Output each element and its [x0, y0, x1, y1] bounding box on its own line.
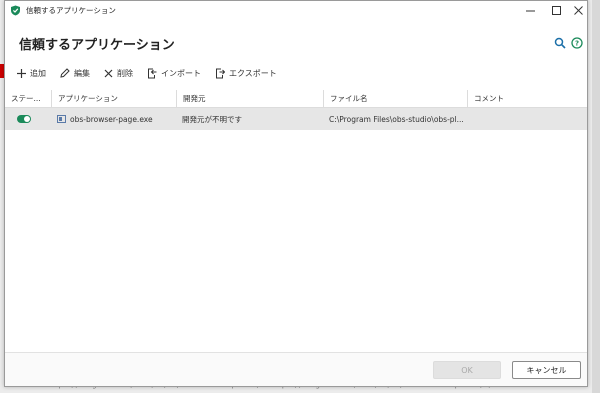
pencil-icon [60, 68, 70, 78]
import-icon [148, 68, 157, 78]
delete-label: 削除 [117, 68, 133, 78]
minimize-button[interactable] [517, 1, 543, 19]
dialog-footer: OK キャンセル [5, 352, 587, 386]
status-cell [5, 108, 51, 130]
shield-icon [10, 5, 21, 16]
toolbar: 追加 編集 削除 インポート エクスポート [17, 65, 291, 81]
background-scroll-strip [592, 0, 600, 393]
window-title: 信頼するアプリケーション [26, 5, 116, 15]
trusted-apps-table: ステー... アプリケーション 開発元 ファイル名 コメント obs-brows… [5, 90, 587, 130]
table-row[interactable]: obs-browser-page.exe 開発元が不明です C:\Program… [5, 108, 587, 130]
delete-x-icon [104, 69, 113, 77]
edit-button[interactable]: 編集 [60, 68, 90, 79]
help-icon[interactable]: ? [571, 37, 583, 49]
close-button[interactable] [565, 1, 591, 19]
column-file-name[interactable]: ファイル名 [323, 90, 467, 107]
column-comment[interactable]: コメント [467, 90, 587, 107]
column-application[interactable]: アプリケーション [51, 90, 176, 107]
plus-icon [17, 68, 26, 78]
delete-button[interactable]: 削除 [104, 68, 133, 79]
column-status[interactable]: ステー... [5, 90, 51, 107]
search-icon[interactable] [554, 37, 566, 49]
cancel-button[interactable]: キャンセル [512, 361, 581, 379]
trusted-apps-window: 信頼するアプリケーション 信頼するアプリケーション ? 追加 編集 削除 インポ… [4, 0, 588, 387]
edit-label: 編集 [74, 68, 90, 78]
application-cell: obs-browser-page.exe [51, 108, 176, 130]
import-label: インポート [161, 68, 201, 78]
developer-cell: 開発元が不明です [182, 114, 242, 124]
executable-icon [57, 115, 66, 123]
export-icon [216, 68, 225, 78]
title-bar[interactable]: 信頼するアプリケーション [5, 1, 587, 19]
add-button[interactable]: 追加 [17, 68, 46, 79]
ok-button[interactable]: OK [433, 361, 501, 379]
column-developer[interactable]: 開発元 [176, 90, 323, 107]
page-title: 信頼するアプリケーション [19, 38, 175, 53]
table-header: ステー... アプリケーション 開発元 ファイル名 コメント [5, 90, 587, 108]
comment-cell [467, 108, 587, 130]
application-name: obs-browser-page.exe [70, 114, 153, 124]
add-label: 追加 [30, 68, 46, 78]
svg-text:?: ? [575, 40, 579, 48]
status-toggle[interactable] [17, 115, 31, 123]
export-button[interactable]: エクスポート [215, 68, 277, 79]
file-path-cell: C:\Program Files\obs-studio\obs-pl... [329, 114, 464, 124]
export-label: エクスポート [229, 68, 277, 78]
import-button[interactable]: インポート [147, 68, 201, 79]
